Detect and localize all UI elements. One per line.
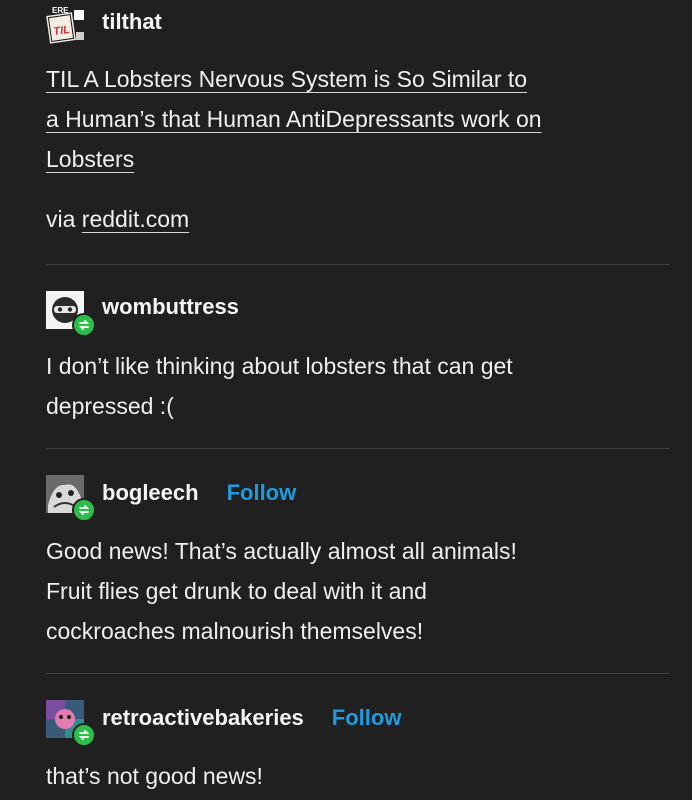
via-prefix: via (46, 206, 82, 232)
body-line: depressed :( (46, 393, 174, 419)
via-link[interactable]: reddit.com (82, 206, 189, 232)
post-body-retroactivebakeries: that’s not good news! (46, 756, 662, 796)
username-wombuttress[interactable]: wombuttress (102, 294, 239, 320)
reblog-badge-wombuttress (72, 313, 96, 337)
via-line: via reddit.com (46, 199, 662, 239)
username-retroactivebakeries[interactable]: retroactivebakeries (102, 705, 304, 731)
body-line: cockroaches malnourish themselves! (46, 618, 424, 644)
username-bogleech[interactable]: bogleech (102, 480, 199, 506)
title-line-1[interactable]: TIL A Lobsters Nervous System is So Simi… (46, 66, 527, 92)
title-line-2[interactable]: a Human’s that Human AntiDepressants wor… (46, 106, 542, 132)
reblog-badge-retroactivebakeries (72, 723, 96, 747)
reblog-icon (78, 320, 90, 330)
divider-2 (46, 448, 670, 449)
body-line: I don’t like thinking about lobsters tha… (46, 353, 513, 379)
reblog-icon (78, 505, 90, 515)
body-line: Fruit flies get drunk to deal with it an… (46, 578, 427, 604)
divider-3 (46, 673, 670, 674)
svg-text:TIL: TIL (53, 24, 71, 38)
follow-button-bogleech[interactable]: Follow (227, 480, 297, 506)
reblog-icon (78, 730, 90, 740)
svg-text:ERE: ERE (52, 6, 69, 15)
username-tilthat[interactable]: tilthat (102, 9, 162, 35)
post-body-bogleech: Good news! That’s actually almost all an… (46, 531, 662, 651)
divider-1 (46, 264, 670, 265)
avatar-tilthat[interactable]: TIL ERE (46, 6, 86, 46)
til-logo-icon: TIL ERE (46, 6, 86, 46)
reblog-badge-bogleech (72, 498, 96, 522)
post-title-link[interactable]: TIL A Lobsters Nervous System is So Simi… (46, 59, 662, 179)
body-line: Good news! That’s actually almost all an… (46, 538, 517, 564)
post-body-wombuttress: I don’t like thinking about lobsters tha… (46, 346, 662, 426)
title-line-3[interactable]: Lobsters (46, 146, 134, 172)
follow-button-retroactivebakeries[interactable]: Follow (332, 705, 402, 731)
body-line: that’s not good news! (46, 763, 263, 789)
